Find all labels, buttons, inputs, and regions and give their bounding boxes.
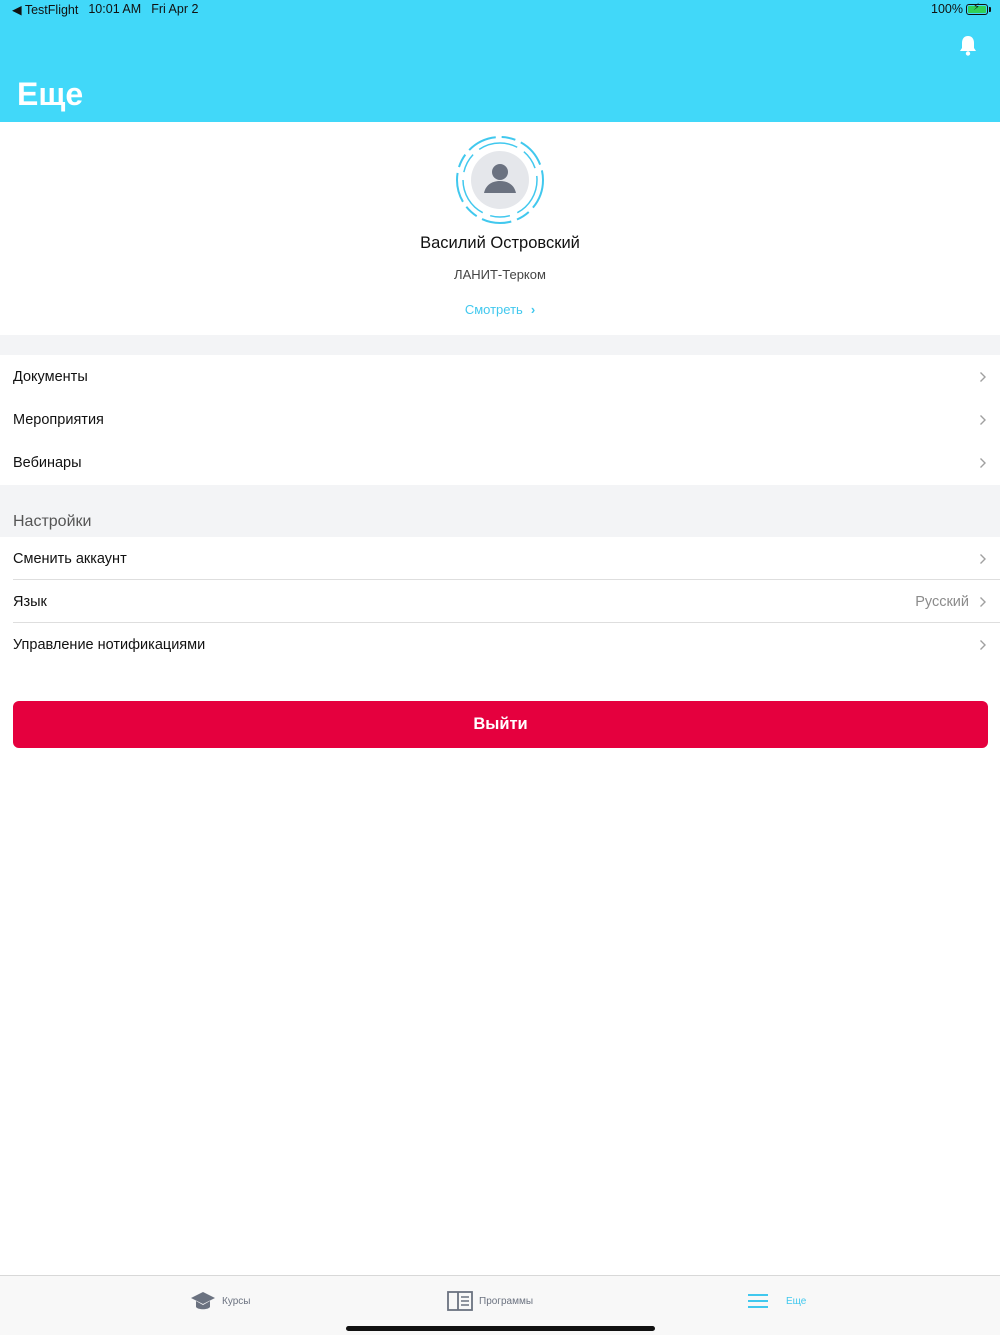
tab-programs[interactable]: Программы (447, 1290, 533, 1312)
status-time: 10:01 AM (88, 2, 142, 16)
settings-item-label: Язык (13, 593, 47, 610)
avatar[interactable] (455, 135, 545, 225)
settings-item-language[interactable]: Язык Русский (0, 580, 1000, 623)
menu-list: Документы Мероприятия Вебинары (0, 355, 1000, 484)
chevron-right-icon (980, 639, 986, 650)
menu-item-label: Мероприятия (13, 411, 104, 428)
logout-button[interactable]: Выйти (13, 701, 988, 748)
tab-more[interactable]: Еще (746, 1290, 806, 1312)
profile-organization: ЛАНИТ-Терком (454, 267, 546, 282)
language-value: Русский (915, 593, 969, 610)
app-header: ◀ TestFlight 10:01 AM Fri Apr 2 100% ⚡ Е… (0, 0, 1000, 122)
settings-item-label: Сменить аккаунт (13, 550, 127, 567)
graduation-cap-icon (191, 1292, 215, 1310)
settings-title: Настройки (13, 513, 92, 530)
menu-icon (748, 1294, 768, 1308)
chevron-right-icon (980, 553, 986, 564)
menu-item-label: Документы (13, 368, 88, 385)
menu-item-label: Вебинары (13, 454, 82, 471)
view-profile-label: Смотреть (464, 302, 523, 317)
menu-item-webinars[interactable]: Вебинары (0, 441, 1000, 484)
chevron-right-icon (980, 457, 986, 468)
page-title: Еще (17, 76, 84, 112)
tab-label: Программы (479, 1295, 534, 1307)
tab-courses[interactable]: Курсы (190, 1290, 250, 1312)
chevron-right-icon (980, 414, 986, 425)
view-profile-link[interactable]: Смотреть › (0, 302, 1000, 317)
section-divider (0, 335, 1000, 355)
settings-item-switch-account[interactable]: Сменить аккаунт (0, 537, 1000, 580)
chevron-right-icon (980, 596, 986, 607)
menu-item-documents[interactable]: Документы (0, 355, 1000, 398)
battery-icon: ⚡ (966, 2, 991, 15)
bell-icon[interactable] (958, 34, 978, 56)
profile-section: Василий Островский ЛАНИТ-Терком Смотреть… (0, 122, 1000, 335)
settings-list: Сменить аккаунт Язык Русский Управление … (0, 537, 1000, 666)
chevron-right-icon (980, 371, 986, 382)
menu-item-events[interactable]: Мероприятия (0, 398, 1000, 441)
status-date: Fri Apr 2 (151, 2, 199, 16)
settings-item-label: Управление нотификациями (13, 636, 206, 653)
home-indicator[interactable] (346, 1326, 655, 1331)
battery-percent: 100% (931, 2, 963, 16)
profile-name: Василий Островский (420, 234, 580, 252)
tab-label: Курсы (222, 1295, 251, 1307)
back-to-app-link[interactable]: ◀ TestFlight (12, 2, 78, 17)
chevron-right-icon: › (530, 302, 536, 317)
settings-section-header: Настройки (0, 485, 1000, 537)
status-bar: ◀ TestFlight 10:01 AM Fri Apr 2 100% ⚡ (0, 0, 1000, 20)
settings-item-notifications[interactable]: Управление нотификациями (0, 623, 1000, 666)
book-icon (447, 1291, 473, 1311)
tab-label: Еще (786, 1295, 807, 1307)
